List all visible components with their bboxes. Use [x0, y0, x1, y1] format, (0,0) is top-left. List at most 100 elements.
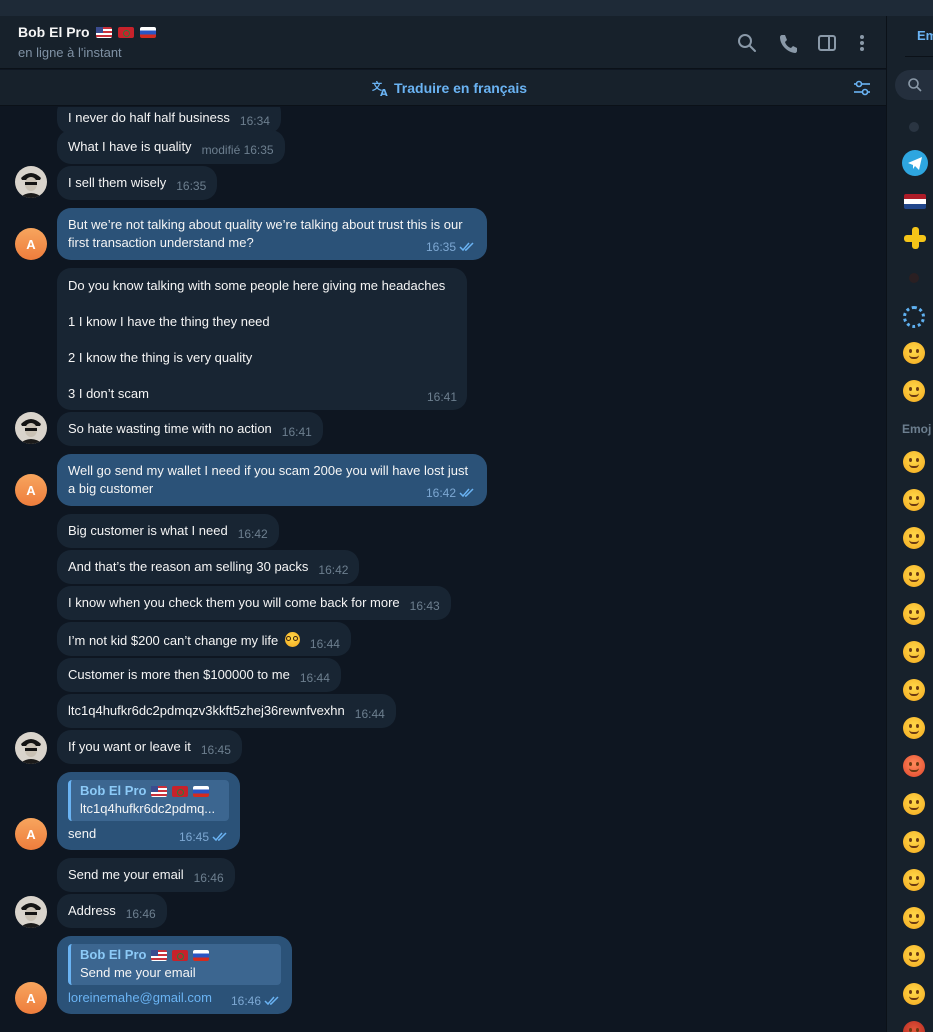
my-avatar[interactable]: A [15, 228, 47, 260]
phone-icon[interactable] [777, 32, 799, 54]
incoming-message[interactable]: I sell them wisely 16:35 [57, 166, 218, 200]
incoming-message[interactable]: If you want or leave it 16:45 [57, 730, 242, 764]
dizzy-emoji-icon[interactable] [903, 945, 925, 967]
contact-avatar[interactable] [15, 412, 47, 444]
reply-author: Bob El Pro [80, 946, 273, 964]
incoming-message[interactable]: Big customer is what I need 16:42 [57, 514, 279, 548]
dots-sticker-icon[interactable] [903, 306, 925, 328]
devil-emoji-icon[interactable] [903, 1021, 925, 1032]
recent-emoji-icon[interactable] [909, 122, 919, 132]
double-check-icon [459, 488, 474, 498]
reply-text: ltc1q4hufkr6dc2pdmq... [80, 801, 216, 816]
crying-emoji-icon[interactable] [903, 717, 925, 739]
russia-flag-icon [193, 949, 210, 961]
smirk-emoji-icon[interactable] [903, 641, 925, 663]
expressionless-emoji-icon[interactable] [903, 869, 925, 891]
message-text: So hate wasting time with no action [68, 421, 272, 436]
translate-button[interactable]: 文 A Traduire en français [372, 79, 527, 97]
morocco-flag-icon [172, 785, 189, 797]
my-avatar[interactable]: A [15, 474, 47, 506]
dark-sticker-icon[interactable] [909, 273, 919, 283]
double-check-icon [459, 242, 474, 252]
incoming-message[interactable]: And that’s the reason am selling 30 pack… [57, 550, 360, 584]
message-time: 16:35 [425, 240, 456, 254]
message-line: 3 I don’t scam [68, 386, 149, 401]
double-check-icon [212, 832, 227, 842]
contact-title[interactable]: Bob El Pro [18, 24, 156, 40]
angry-emoji-icon[interactable] [903, 755, 925, 777]
netherlands-flag-icon[interactable] [904, 194, 926, 209]
incoming-message[interactable]: Address 16:46 [57, 894, 167, 928]
incoming-message[interactable]: So hate wasting time with no action 16:41 [57, 412, 323, 446]
message-text: I sell them wisely [68, 175, 167, 190]
incoming-message[interactable]: What I have is quality modifié 16:35 [57, 130, 285, 164]
message-meta: 16:35 [426, 238, 477, 256]
emoji-search[interactable] [895, 70, 933, 100]
paper-plane-icon [908, 157, 922, 170]
reply-author: Bob El Pro [80, 782, 221, 800]
message-time: 16:41 [281, 425, 312, 439]
message-time: 16:42 [237, 527, 268, 541]
incoming-message[interactable]: ltc1q4hufkr6dc2pdmqzv3kkft5zhej36rewnfve… [57, 694, 396, 728]
contact-avatar-image [15, 166, 47, 198]
sidebar-toggle-icon[interactable] [816, 32, 838, 54]
outgoing-message[interactable]: But we’re not talking about quality we’r… [57, 208, 487, 260]
message-time: 16:43 [409, 599, 440, 613]
raised-eyebrow-emoji-icon[interactable] [903, 603, 925, 625]
surprised-emoji-icon[interactable] [903, 907, 925, 929]
contact-avatar[interactable] [15, 732, 47, 764]
search-icon [908, 78, 922, 92]
wink-emoji-icon[interactable] [903, 380, 925, 402]
message-text: Address [68, 903, 116, 918]
my-avatar[interactable]: A [15, 818, 47, 850]
chat-header[interactable]: Bob El Pro en ligne à l'instant [0, 16, 886, 69]
message-text: If you want or leave it [68, 739, 191, 754]
grinning-emoji-icon[interactable] [903, 451, 925, 473]
reply-author-name: Bob El Pro [80, 947, 147, 962]
emoji-tab[interactable]: Em [917, 28, 933, 43]
message-time: 16:46 [193, 871, 224, 885]
telegram-sticker-icon[interactable] [902, 150, 928, 176]
reply-quote[interactable]: Bob El Pro ltc1q4hufkr6dc2pdmq... [68, 780, 229, 821]
search-icon[interactable] [736, 32, 758, 54]
message-text: Customer is more then $100000 to me [68, 667, 290, 682]
kissing-emoji-icon[interactable] [903, 565, 925, 587]
grin-emoji-icon[interactable] [903, 342, 925, 364]
translate-icon: 文 A [372, 80, 388, 97]
message-text: Well go send my wallet I need if you sca… [68, 463, 469, 496]
reply-quote[interactable]: Bob El Pro Send me your email [68, 944, 281, 985]
upside-down-emoji-icon[interactable] [903, 527, 925, 549]
message-time: 16:46 [230, 994, 261, 1008]
sweat-emoji-icon[interactable] [903, 793, 925, 815]
incoming-message[interactable]: I know when you check them you will come… [57, 586, 451, 620]
plus-sticker-icon[interactable] [904, 227, 926, 249]
my-avatar[interactable]: A [15, 982, 47, 1014]
incoming-message[interactable]: I’m not kid $200 can’t change my life 16… [57, 622, 351, 656]
message-list[interactable]: I never do half half business 16:34 What … [0, 107, 886, 1032]
outgoing-message[interactable]: Bob El Pro ltc1q4hufkr6dc2pdmq... send 1… [57, 772, 240, 850]
avatar-letter: A [26, 236, 36, 252]
message-text: ltc1q4hufkr6dc2pdmqzv3kkft5zhej36rewnfve… [68, 703, 345, 718]
incoming-message[interactable]: Do you know talking with some people her… [57, 268, 467, 410]
translate-settings-icon[interactable] [852, 78, 872, 98]
morocco-flag-icon [172, 949, 189, 961]
contact-avatar[interactable] [15, 166, 47, 198]
outgoing-message[interactable]: Well go send my wallet I need if you sca… [57, 454, 487, 506]
incoming-message[interactable]: Send me your email 16:46 [57, 858, 235, 892]
message-time: 16:45 [200, 743, 231, 757]
russia-flag-icon [139, 26, 156, 38]
contact-avatar[interactable] [15, 896, 47, 928]
reply-text: Send me your email [80, 965, 196, 980]
email-link[interactable]: loreinemahe@gmail.com [68, 990, 212, 1005]
incoming-message[interactable]: Customer is more then $100000 to me 16:44 [57, 658, 341, 692]
message-text: Send me your email [68, 867, 184, 882]
outgoing-message[interactable]: Bob El Pro Send me your email loreinemah… [57, 936, 292, 1014]
frown-emoji-icon[interactable] [903, 679, 925, 701]
message-time: 16:42 [425, 486, 456, 500]
shushing-emoji-icon[interactable] [903, 831, 925, 853]
tears-of-joy-emoji-icon[interactable] [903, 489, 925, 511]
message-time: 16:44 [309, 637, 340, 651]
more-menu-icon[interactable] [851, 32, 873, 54]
message-time: 16:34 [239, 114, 270, 128]
mask-emoji-icon[interactable] [903, 983, 925, 1005]
